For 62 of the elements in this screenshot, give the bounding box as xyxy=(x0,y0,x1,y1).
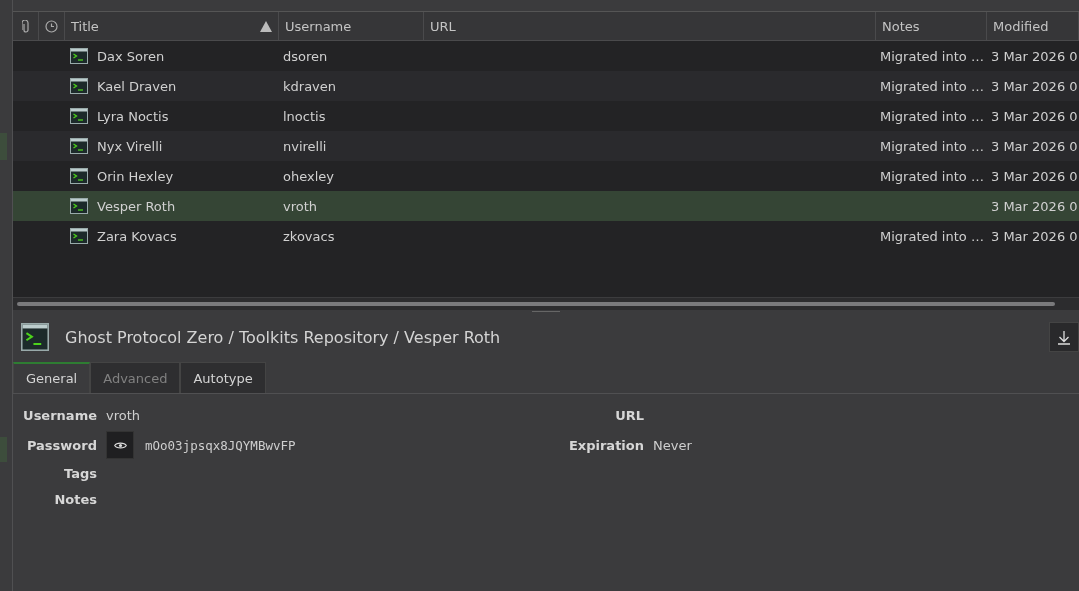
column-header[interactable]: Modified xyxy=(987,12,1079,40)
table-cell: Migrated into … xyxy=(880,168,984,184)
table-cell: ohexley xyxy=(283,168,334,184)
reveal-password-button[interactable] xyxy=(106,431,134,459)
table-cell: Migrated into … xyxy=(880,108,984,124)
table-cell: Migrated into … xyxy=(880,138,984,154)
clock-icon xyxy=(45,19,58,33)
terminal-icon xyxy=(70,168,88,184)
terminal-icon xyxy=(21,323,49,351)
field-label: Expiration xyxy=(567,437,644,453)
column-header[interactable]: Title xyxy=(65,12,279,40)
table-cell: dsoren xyxy=(283,48,328,64)
table-cell: 3 Mar 2026 0 xyxy=(991,48,1078,64)
entry-row[interactable]: Kael Draven kdraven Migrated into … 3 Mar 2026 0 xyxy=(13,71,1079,101)
entry-title: Orin Hexley xyxy=(97,168,174,184)
table-cell: Migrated into … xyxy=(880,78,984,94)
table-cell: 3 Mar 2026 0 xyxy=(991,108,1078,124)
download-icon xyxy=(1057,329,1071,345)
table-cell: Migrated into … xyxy=(880,228,984,244)
eye-icon xyxy=(113,440,127,450)
entry-title: Kael Draven xyxy=(97,78,177,94)
field-label: Username xyxy=(22,407,97,423)
column-header[interactable]: Notes xyxy=(876,12,987,40)
field-label: Tags xyxy=(63,465,97,481)
field-label: Password xyxy=(25,437,97,453)
download-button[interactable] xyxy=(1049,322,1079,352)
table-cell: zkovacs xyxy=(283,228,335,244)
entry-row[interactable]: Nyx Virelli nvirelli Migrated into … 3 Mar 2026 0 xyxy=(13,131,1079,161)
terminal-icon xyxy=(70,108,88,124)
table-cell: 3 Mar 2026 0 xyxy=(991,138,1078,154)
entry-title: Zara Kovacs xyxy=(97,228,177,244)
table-cell: nvirelli xyxy=(283,138,327,154)
column-header[interactable]: Username xyxy=(279,12,424,40)
horizontal-scrollbar[interactable] xyxy=(13,297,1079,310)
table-cell: Migrated into … xyxy=(880,48,984,64)
tab[interactable]: Autotype xyxy=(180,362,266,393)
table-cell: 3 Mar 2026 0 xyxy=(991,168,1078,184)
terminal-icon xyxy=(70,138,88,154)
terminal-icon xyxy=(70,78,88,94)
field-value: Never xyxy=(653,437,692,453)
table-cell: 3 Mar 2026 0 xyxy=(991,228,1078,244)
entry-title: Vesper Roth xyxy=(97,198,176,214)
field-label: URL xyxy=(614,407,644,423)
entry-title: Lyra Noctis xyxy=(97,108,169,124)
table-cell: lnoctis xyxy=(283,108,326,124)
paperclip-icon xyxy=(21,19,30,33)
field-value: vroth xyxy=(106,407,141,423)
password-value: mOo03jpsqx8JQYMBwvFP xyxy=(145,437,296,453)
table-cell: 3 Mar 2026 0 xyxy=(991,198,1078,214)
table-cell: kdraven xyxy=(283,78,337,94)
terminal-icon xyxy=(70,198,88,214)
entry-title: Nyx Virelli xyxy=(97,138,163,154)
entry-title: Dax Soren xyxy=(97,48,165,64)
entry-path: Ghost Protocol Zero / Toolkits Repository / Vesper Roth xyxy=(65,327,502,347)
column-header[interactable]: URL xyxy=(424,12,876,40)
table-cell: vroth xyxy=(283,198,318,214)
table-cell: 3 Mar 2026 0 xyxy=(991,78,1078,94)
terminal-icon xyxy=(70,48,88,64)
terminal-icon xyxy=(70,228,88,244)
tab[interactable]: General xyxy=(13,362,91,393)
field-label: Notes xyxy=(53,491,97,507)
entry-row[interactable]: Vesper Roth vroth 3 Mar 2026 0 xyxy=(13,191,1079,221)
